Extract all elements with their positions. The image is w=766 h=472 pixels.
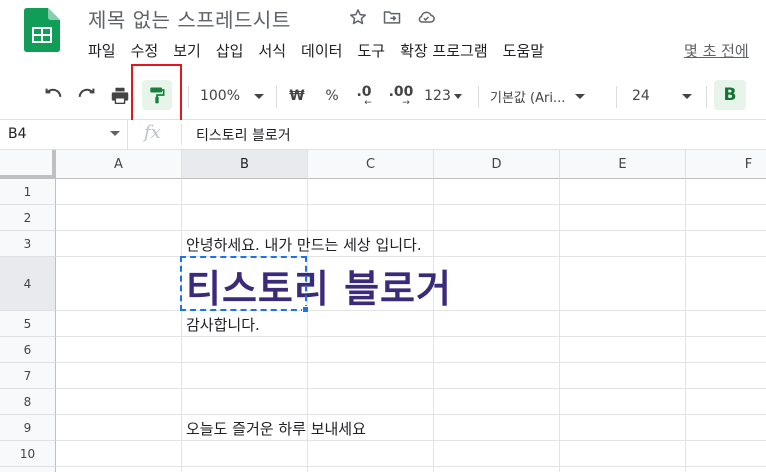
fill-handle[interactable] bbox=[302, 306, 309, 313]
row-header-6[interactable]: 6 bbox=[0, 337, 56, 363]
toolbar-separator bbox=[616, 86, 617, 108]
column-header-a[interactable]: A bbox=[56, 150, 182, 179]
menu-insert[interactable]: 삽입 bbox=[216, 40, 244, 61]
last-edit-link[interactable]: 몇 초 전에 bbox=[684, 40, 749, 61]
document-title[interactable]: 제목 없는 스프레드시트 bbox=[88, 4, 291, 33]
row-header-3[interactable]: 3 bbox=[0, 231, 56, 257]
grid-line bbox=[56, 362, 766, 363]
chevron-down-icon bbox=[681, 93, 692, 99]
grid-line bbox=[685, 179, 686, 472]
app-header: 제목 없는 스프레드시트 파일 수정 보기 삽입 서식 데이터 도구 확장 프로… bbox=[0, 0, 766, 72]
redo-button[interactable] bbox=[74, 72, 100, 120]
menu-edit[interactable]: 수정 bbox=[131, 40, 159, 61]
grid-line bbox=[56, 466, 766, 467]
redo-icon bbox=[78, 88, 95, 98]
font-select[interactable]: 기본값 (Ari... bbox=[490, 72, 606, 120]
grid-line bbox=[56, 440, 766, 441]
menu-data[interactable]: 데이터 bbox=[301, 40, 342, 61]
row-header-1[interactable]: 1 bbox=[0, 179, 56, 205]
formula-input[interactable]: 티스토리 블로거 bbox=[196, 125, 291, 145]
arrow-right-icon: → bbox=[402, 98, 410, 108]
name-box-value: B4 bbox=[8, 126, 27, 142]
row-header-10[interactable]: 10 bbox=[0, 441, 56, 467]
grid-line bbox=[433, 179, 434, 472]
column-header-d[interactable]: D bbox=[434, 150, 560, 179]
toolbar: 100% ₩ % .0 ← .00 → 123 기본값 (Ari... 24 bbox=[0, 72, 766, 120]
row-header-2[interactable]: 2 bbox=[0, 205, 56, 231]
row-header-7[interactable]: 7 bbox=[0, 363, 56, 389]
menu-view[interactable]: 보기 bbox=[173, 40, 201, 61]
cell-b5[interactable]: 감사합니다. bbox=[186, 314, 260, 335]
menu-file[interactable]: 파일 bbox=[88, 40, 116, 61]
undo-button[interactable] bbox=[40, 72, 66, 120]
chevron-down-icon bbox=[453, 93, 462, 99]
chevron-down-icon bbox=[254, 93, 265, 99]
grid-line bbox=[56, 230, 766, 231]
font-size-value: 24 bbox=[632, 88, 650, 104]
move-folder-icon[interactable] bbox=[382, 6, 402, 28]
chevron-down-icon[interactable] bbox=[110, 131, 120, 136]
menu-format[interactable]: 서식 bbox=[258, 40, 286, 61]
currency-format-button[interactable]: ₩ bbox=[286, 72, 308, 120]
zoom-select[interactable]: 100% bbox=[196, 72, 268, 120]
cell-b3[interactable]: 안녕하세요. 내가 만드는 세상 입니다. bbox=[186, 234, 422, 255]
menu-bar: 파일 수정 보기 삽입 서식 데이터 도구 확장 프로그램 도움말 bbox=[88, 40, 559, 61]
print-button[interactable] bbox=[108, 72, 132, 120]
fx-icon: fx bbox=[144, 122, 161, 143]
grid-line bbox=[181, 179, 182, 472]
column-header-b[interactable]: B bbox=[182, 150, 308, 179]
grid-line bbox=[559, 179, 560, 472]
column-header-f[interactable]: F bbox=[686, 150, 766, 179]
column-header-e[interactable]: E bbox=[560, 150, 686, 179]
chevron-down-icon bbox=[575, 93, 586, 99]
row-header-9[interactable]: 9 bbox=[0, 415, 56, 441]
increase-decimal-label: .00 bbox=[388, 84, 414, 100]
highlight-box bbox=[131, 64, 182, 123]
row-header-8[interactable]: 8 bbox=[0, 389, 56, 415]
toolbar-separator bbox=[706, 86, 707, 108]
undo-icon bbox=[45, 88, 62, 98]
name-box[interactable]: B4 bbox=[0, 120, 128, 149]
cloud-saved-icon[interactable] bbox=[416, 6, 436, 28]
menu-tools[interactable]: 도구 bbox=[357, 40, 385, 61]
grid-line bbox=[56, 204, 766, 205]
menu-help[interactable]: 도움말 bbox=[503, 40, 544, 61]
decrease-decimal-button[interactable]: .0 ← bbox=[352, 72, 376, 120]
number-format-select[interactable]: 123 bbox=[422, 72, 464, 120]
grid-line bbox=[56, 388, 766, 389]
zoom-value: 100% bbox=[199, 88, 241, 104]
select-all-corner[interactable] bbox=[0, 150, 56, 179]
row-header-11[interactable] bbox=[0, 467, 56, 472]
menu-extensions[interactable]: 확장 프로그램 bbox=[400, 40, 488, 61]
grid-line bbox=[56, 336, 766, 337]
star-icon[interactable] bbox=[348, 6, 368, 28]
bold-button[interactable]: B bbox=[714, 80, 746, 110]
percent-format-button[interactable]: % bbox=[322, 72, 342, 120]
spreadsheet-grid[interactable]: A B C D E F 1 2 3 4 5 6 7 8 9 10 안녕하세요. … bbox=[0, 150, 766, 472]
font-value: 기본값 (Ari... bbox=[490, 90, 566, 106]
row-header-4[interactable]: 4 bbox=[0, 257, 56, 311]
grid-line bbox=[56, 414, 766, 415]
arrow-left-icon: ← bbox=[364, 98, 372, 108]
row-header-5[interactable]: 5 bbox=[0, 311, 56, 337]
column-header-c[interactable]: C bbox=[308, 150, 434, 179]
cell-b9[interactable]: 오늘도 즐거운 하루 보내세요 bbox=[186, 418, 366, 439]
increase-decimal-button[interactable]: .00 → bbox=[386, 72, 416, 120]
toolbar-separator bbox=[188, 86, 189, 108]
formula-separator bbox=[181, 124, 182, 145]
title-icons bbox=[348, 6, 436, 28]
decrease-decimal-label: .0 bbox=[356, 84, 372, 100]
toolbar-separator bbox=[478, 86, 479, 108]
grid-line bbox=[56, 256, 766, 257]
print-icon bbox=[111, 87, 129, 105]
formula-bar: B4 fx 티스토리 블로거 bbox=[0, 120, 766, 150]
number-format-label: 123 bbox=[424, 88, 451, 104]
font-size-select[interactable]: 24 bbox=[632, 72, 700, 120]
sheets-logo-icon[interactable] bbox=[24, 8, 60, 52]
toolbar-separator bbox=[276, 86, 277, 108]
copy-selection-border bbox=[180, 256, 307, 311]
